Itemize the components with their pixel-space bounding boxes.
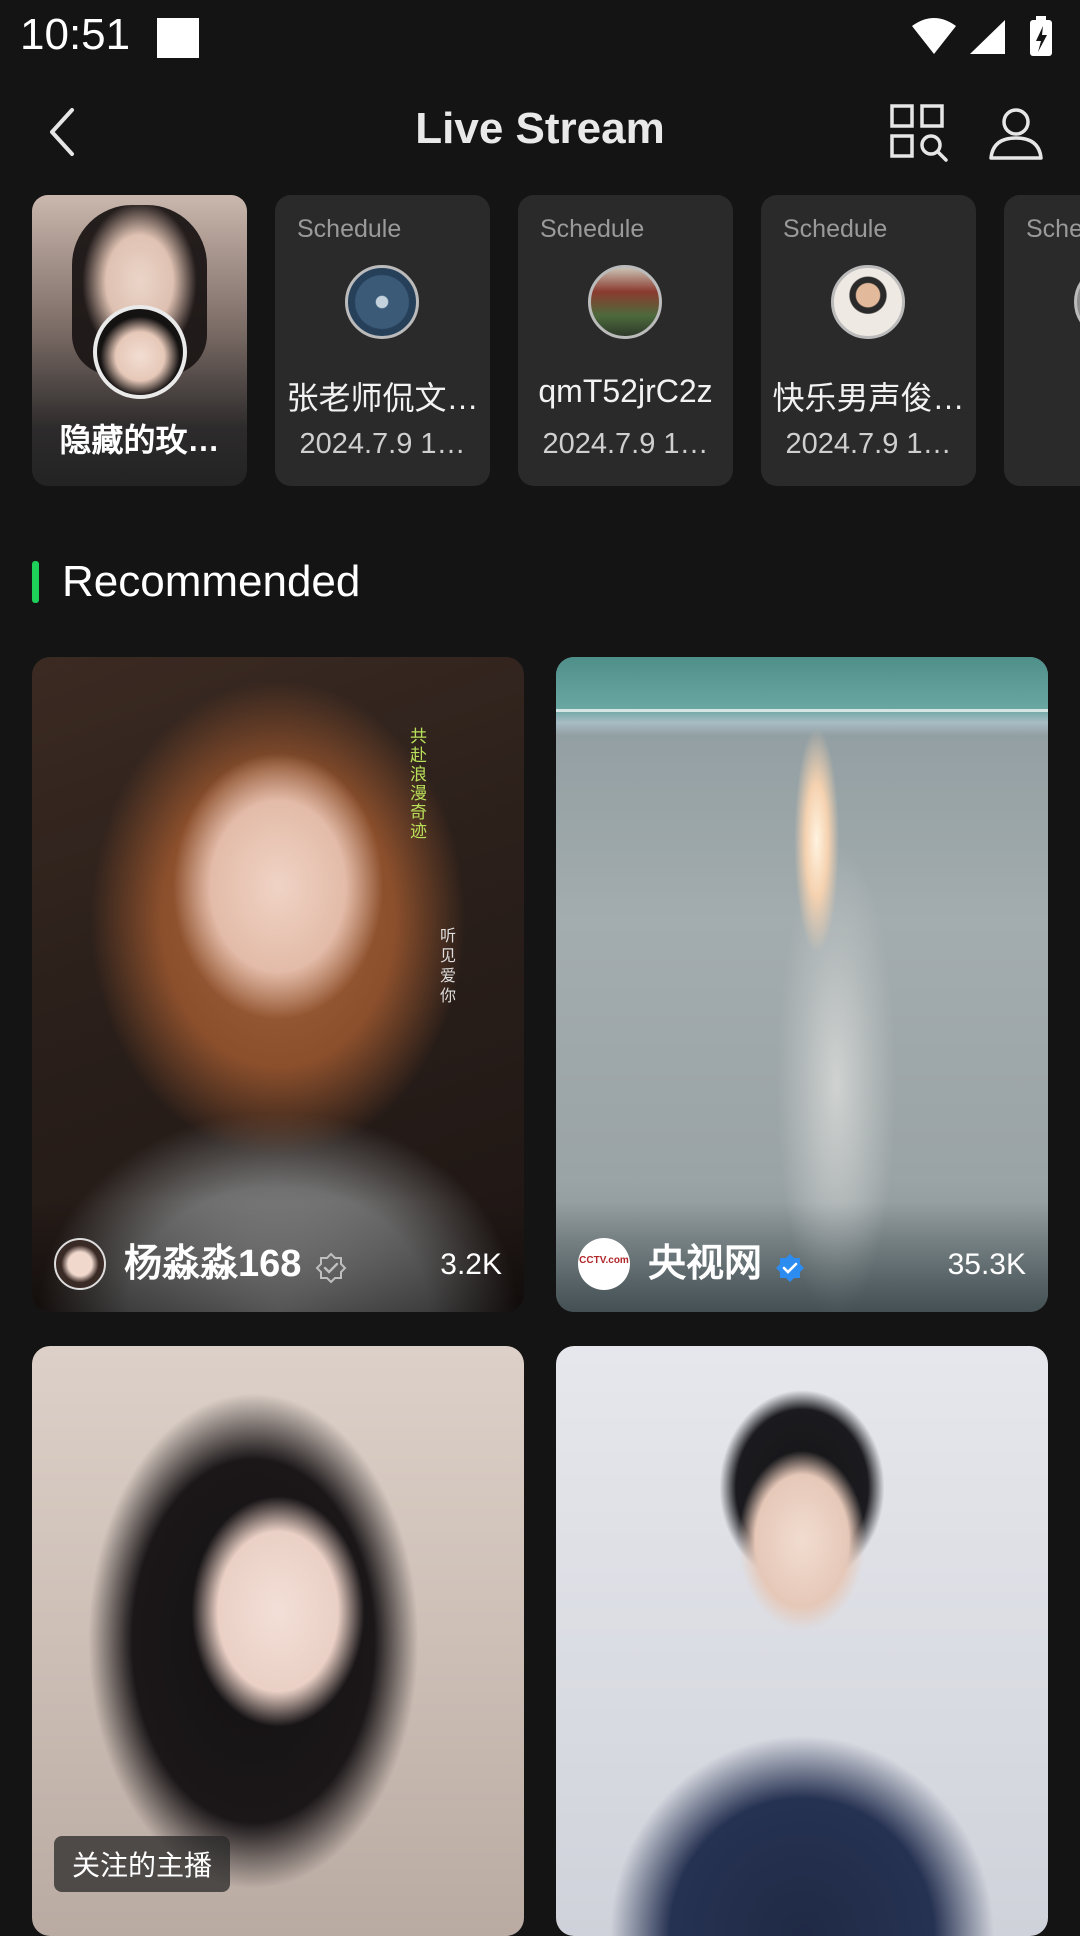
status-bar: 10:51 xyxy=(0,0,1080,72)
viewer-count: 35.3K xyxy=(947,1248,1026,1281)
avatar xyxy=(345,265,419,339)
cctv-logo-avatar: CCTV.com xyxy=(578,1238,630,1290)
schedule-card[interactable]: Schedule qmT52jrC2z 2024.7.9 1… xyxy=(518,195,733,486)
verified-icon xyxy=(776,1254,804,1282)
vertical-caption: 共赴浪漫奇迹 xyxy=(410,727,427,841)
card-footer: CCTV.com 央视网 35.3K xyxy=(556,1202,1048,1312)
schedule-card[interactable]: Schedule 张老师侃文… 2024.7.9 1… xyxy=(275,195,490,486)
avatar xyxy=(1074,265,1080,339)
schedule-card[interactable]: Schedule 歌手 2024 xyxy=(1004,195,1080,486)
vertical-caption: 听见 爱你 xyxy=(440,928,457,1005)
stream-card[interactable]: 关注的主播 xyxy=(32,1346,524,1936)
avatar xyxy=(93,305,187,399)
stream-card[interactable]: CCTV.com 央视网 35.3K xyxy=(556,657,1048,1312)
schedule-date: 2024.7.9 1… xyxy=(785,428,952,460)
signal-icon xyxy=(970,20,1005,54)
schedule-date: 2024.7.9 1… xyxy=(542,428,709,460)
schedule-row[interactable]: 隐藏的玫… Schedule 张老师侃文… 2024.7.9 1… Schedu… xyxy=(0,195,1080,487)
stream-thumbnail xyxy=(556,1346,1048,1936)
avatar xyxy=(54,1238,106,1290)
wifi-icon xyxy=(912,18,956,54)
notification-icon xyxy=(157,18,199,58)
hud-line xyxy=(556,709,1048,712)
schedule-label: Schedule xyxy=(297,215,402,243)
schedule-label: Schedule xyxy=(783,215,888,243)
status-time: 10:51 xyxy=(20,10,131,59)
schedule-date: 2024.7.9 1… xyxy=(299,428,466,460)
battery-icon xyxy=(1030,16,1052,56)
top-app-bar: Live Stream xyxy=(0,82,1080,182)
avatar xyxy=(831,265,905,339)
section-accent-bar xyxy=(32,561,39,603)
cctv-logo: CCTV.com xyxy=(579,1255,629,1266)
host-name: 央视网 xyxy=(648,1243,763,1285)
schedule-host-name: qmT52jrC2z xyxy=(538,373,713,409)
schedule-host-name: 快乐男声俊… xyxy=(772,380,965,416)
schedule-date: 2024 xyxy=(1014,428,1080,461)
card-footer: 杨淼淼168 3.2K xyxy=(32,1202,524,1312)
followed-host-tag: 关注的主播 xyxy=(54,1836,231,1892)
stream-card[interactable]: 共赴浪漫奇迹 听见 爱你 杨淼淼168 3.2K xyxy=(32,657,524,1312)
schedule-card[interactable]: Schedule 快乐男声俊… 2024.7.9 1… xyxy=(761,195,976,486)
schedule-label: Schedule xyxy=(1026,215,1080,243)
avatar xyxy=(588,265,662,339)
schedule-host-name: 张老师侃文… xyxy=(286,380,479,416)
verified-outline-icon xyxy=(315,1252,347,1284)
section-title: Recommended xyxy=(62,557,361,606)
user-icon[interactable] xyxy=(985,102,1047,164)
status-icons xyxy=(912,16,1052,56)
grid-search-icon[interactable] xyxy=(888,102,950,164)
viewer-count: 3.2K xyxy=(440,1248,502,1281)
schedule-label: Schedule xyxy=(540,215,645,243)
live-host-name: 隐藏的玫… xyxy=(59,422,220,458)
schedule-host-name: 歌手 xyxy=(1014,373,1080,419)
host-name: 杨淼淼168 xyxy=(124,1243,302,1285)
stream-card[interactable] xyxy=(556,1346,1048,1936)
live-now-card[interactable]: 隐藏的玫… xyxy=(32,195,247,486)
